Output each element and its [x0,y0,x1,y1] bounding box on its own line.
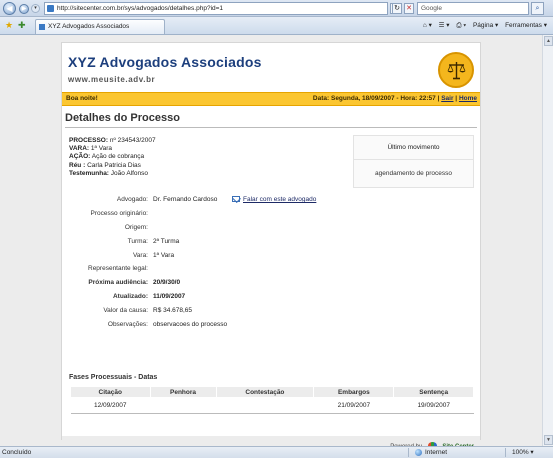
tab-bar: ★ ✚ XYZ Advogados Associados ⌂ ▾ ☰ ▾ ⎙ ▾… [0,17,553,35]
security-zone: Internet [415,447,447,458]
detail-row-proxima-audiencia: Próxima audiência: 20/9/30/0 [88,279,181,287]
summary-testemunha: Testemunha: João Alfonso [69,169,149,177]
detail-row-processo-originario: Processo originário: [90,209,148,217]
search-placeholder: Google [421,5,442,12]
page-title: Detalhes do Processo [65,112,180,124]
phase-header: Embargos [313,386,395,398]
search-input[interactable]: Google [417,2,529,15]
detail-row-valor-causa: Valor da causa: R$ 34.678,65 [103,307,193,315]
scales-of-justice-logo-icon [438,52,474,88]
status-divider [505,448,506,457]
tab-title: XYZ Advogados Associados [48,23,130,30]
phases-title: Fases Processuais - Datas [69,374,158,381]
status-text: Concluído [2,449,32,456]
phase-date: 21/09/2007 [313,397,394,414]
detail-row-vara: Vara: 1ª Vara [132,251,175,259]
url-input[interactable]: http://sitecenter.com.br/sys/advogados/d… [44,2,388,15]
forward-icon[interactable]: ▶ [19,4,29,14]
process-details: Advogado: Dr. Fernando Cardoso Falar com… [62,193,482,332]
last-movement-header: Último movimento [354,136,473,160]
phase-date: 19/09/2007 [393,397,474,414]
phase-header: Citação [70,386,151,398]
scroll-down-icon[interactable]: ▼ [544,435,553,445]
contact-lawyer-link[interactable]: Falar com este advogado [232,193,316,206]
status-bar: Concluído Internet 100% ▾ [0,446,553,458]
vertical-scrollbar[interactable]: ▲ ▼ [542,35,553,446]
scroll-up-icon[interactable]: ▲ [544,36,553,46]
date-time-nav: Data: Segunda, 18/09/2007 - Hora: 22:57 … [312,95,477,102]
process-summary: PROCESSO: nº 234543/2007 VARA: 1ª Vara A… [69,137,156,178]
phases-date-row: 12/09/2007 21/09/2007 19/09/2007 [70,397,474,414]
phase-header: Penhora [149,386,217,398]
last-movement-box: Último movimento agendamento de processo [353,135,474,188]
summary-reu: Réu : Carla Patricia Dias [69,161,141,169]
summary-acao: AÇÃO: Ação de cobrança [69,153,145,161]
command-bar: ⌂ ▾ ☰ ▾ ⎙ ▾ Página ▾ Ferramentas ▾ [418,20,547,31]
search-icon[interactable]: ⌕ [531,2,544,15]
greeting-text: Boa noite! [66,95,98,102]
detail-row-turma: Turma: 2ª Turma [127,237,180,245]
add-favorite-icon[interactable]: ✚ [18,20,26,31]
history-dropdown-icon[interactable]: ▾ [31,4,40,13]
site-domain: www.meusite.adv.br [68,75,156,84]
stop-icon[interactable]: ✕ [404,3,414,14]
phases-table: Citação Penhora Contestação Embargos Sen… [70,386,474,414]
address-bar: ◀ ▶ ▾ http://sitecenter.com.br/sys/advog… [0,0,553,17]
favorites-star-icon[interactable]: ★ [5,20,13,31]
summary-processo: PROCESSO: nº 234543/2007 [69,137,156,144]
site-brand: XYZ Advogados Associados [68,54,262,70]
phase-header: Contestação [215,386,315,398]
phases-header-row: Citação Penhora Contestação Embargos Sen… [70,386,474,398]
phase-date [150,397,217,414]
logout-link[interactable]: Sair [441,95,453,102]
mail-icon [232,196,240,202]
tab-current[interactable]: XYZ Advogados Associados [35,19,165,34]
page-viewport: XYZ Advogados Associados www.meusite.adv… [0,35,553,456]
detail-row-atualizado: Atualizado: 11/09/2007 [112,293,186,301]
phase-date: 12/09/2007 [70,397,151,414]
title-divider [65,127,477,128]
zoom-control[interactable]: 100% ▾ [512,447,534,458]
detail-row-representante: Representante legal: [88,265,148,273]
home-link[interactable]: Home [459,95,477,102]
page-background: XYZ Advogados Associados www.meusite.adv… [0,35,542,456]
tab-favicon-icon [39,24,45,30]
home-icon[interactable]: ⌂ ▾ [423,22,432,29]
back-icon[interactable]: ◀ [3,2,16,15]
url-text: http://sitecenter.com.br/sys/advogados/d… [57,5,224,12]
page-favicon-icon [47,5,54,12]
tools-menu[interactable]: Ferramentas ▾ [505,22,547,29]
status-divider [408,448,409,457]
last-movement-value: agendamento de processo [375,170,452,177]
date-time-text: Data: Segunda, 18/09/2007 - Hora: 22:57 … [312,95,440,102]
site-container: XYZ Advogados Associados www.meusite.adv… [61,42,482,456]
phase-header: Sentença [393,386,474,398]
print-icon[interactable]: ⎙ ▾ [456,22,466,29]
detail-row-origem: Origem: [124,223,148,231]
phase-date [216,397,314,414]
greeting-bar: Boa noite! Data: Segunda, 18/09/2007 - H… [62,92,480,106]
detail-row-advogado: Advogado: Dr. Fernando Cardoso Falar com… [62,193,482,207]
page-menu[interactable]: Página ▾ [473,22,498,29]
detail-row-observacoes: Observações: observacoes do processo [107,321,228,329]
feeds-icon[interactable]: ☰ ▾ [439,22,450,29]
refresh-icon[interactable]: ↻ [392,3,402,14]
